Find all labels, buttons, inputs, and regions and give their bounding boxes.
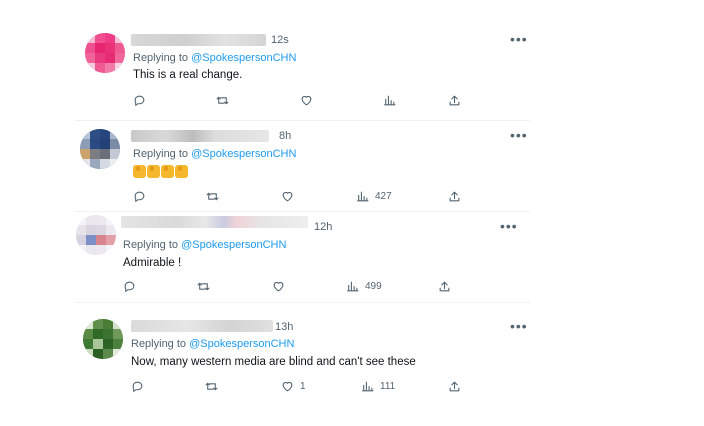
mention-link[interactable]: @SpokespersonCHN (189, 338, 294, 350)
share-icon (438, 280, 451, 293)
avatar[interactable] (85, 33, 125, 73)
heart-icon (281, 190, 294, 203)
tweet-2[interactable]: 8h ••• Replying to @SpokespersonCHN 427 (0, 121, 704, 211)
views-button[interactable] (383, 94, 396, 107)
like-button[interactable] (272, 280, 285, 293)
tweet-timestamp[interactable]: 12h (314, 221, 332, 233)
more-options-icon[interactable]: ••• (510, 32, 528, 46)
tweet-text: Now, many western media are blind and ca… (131, 356, 416, 368)
more-options-icon[interactable]: ••• (500, 219, 518, 233)
retweet-icon (205, 380, 218, 393)
thumbs-up-emoji-row (133, 165, 188, 178)
more-options-icon[interactable]: ••• (510, 128, 528, 142)
mention-link[interactable]: @SpokespersonCHN (191, 148, 296, 160)
views-button[interactable]: 111 (361, 380, 395, 393)
thumbs-up-icon (133, 165, 146, 178)
more-options-icon[interactable]: ••• (510, 319, 528, 333)
retweet-button[interactable] (197, 280, 210, 293)
reply-button[interactable] (133, 190, 146, 203)
heart-icon (300, 94, 313, 107)
share-button[interactable] (438, 280, 451, 293)
heart-icon (281, 380, 294, 393)
share-button[interactable] (448, 94, 461, 107)
share-icon (448, 190, 461, 203)
tweet-text: Admirable ! (123, 257, 182, 269)
reply-icon (133, 94, 146, 107)
replying-to: Replying to @SpokespersonCHN (133, 52, 296, 64)
views-button[interactable]: 427 (356, 190, 392, 203)
reply-icon (123, 280, 136, 293)
replying-to-label: Replying to (133, 52, 192, 64)
views-button[interactable]: 499 (346, 280, 382, 293)
avatar[interactable] (83, 319, 123, 359)
replying-to-label: Replying to (123, 239, 182, 251)
avatar[interactable] (80, 129, 120, 169)
views-count: 111 (380, 381, 396, 392)
heart-icon (272, 280, 285, 293)
like-button[interactable] (300, 94, 313, 107)
blurred-display-name (131, 130, 269, 142)
mention-link[interactable]: @SpokespersonCHN (191, 52, 296, 64)
share-icon (448, 380, 461, 393)
replying-to: Replying to @SpokespersonCHN (133, 148, 296, 160)
reply-icon (131, 380, 144, 393)
tweet-1[interactable]: 12s ••• Replying to @SpokespersonCHN Thi… (0, 0, 704, 120)
like-button[interactable]: 1 (281, 380, 306, 393)
share-button[interactable] (448, 380, 461, 393)
retweet-button[interactable] (216, 94, 229, 107)
blurred-display-name (121, 216, 308, 228)
analytics-icon (356, 190, 369, 203)
tweet-4[interactable]: 13h ••• Replying to @SpokespersonCHN Now… (0, 303, 704, 403)
reply-button[interactable] (131, 380, 144, 393)
avatar[interactable] (76, 215, 116, 255)
thumbs-up-icon (147, 165, 160, 178)
like-button[interactable] (281, 190, 294, 203)
views-count: 499 (365, 281, 382, 292)
replying-to: Replying to @SpokespersonCHN (131, 338, 294, 350)
blurred-display-name (131, 320, 273, 332)
tweet-timestamp[interactable]: 8h (279, 130, 291, 142)
retweet-icon (216, 94, 229, 107)
reply-button[interactable] (133, 94, 146, 107)
share-icon (448, 94, 461, 107)
thumbs-up-icon (161, 165, 174, 178)
retweet-icon (206, 190, 219, 203)
thumbs-up-icon (175, 165, 188, 178)
reply-icon (133, 190, 146, 203)
retweet-button[interactable] (206, 190, 219, 203)
retweet-button[interactable] (205, 380, 218, 393)
likes-count: 1 (300, 381, 306, 392)
replying-to-label: Replying to (133, 148, 192, 160)
tweet-timestamp[interactable]: 12s (271, 34, 289, 46)
analytics-icon (361, 380, 374, 393)
replying-to: Replying to @SpokespersonCHN (123, 239, 286, 251)
views-count: 427 (375, 191, 392, 202)
replying-to-label: Replying to (131, 338, 190, 350)
share-button[interactable] (448, 190, 461, 203)
reply-button[interactable] (123, 280, 136, 293)
tweet-text: This is a real change. (133, 69, 243, 81)
tweet-timestamp[interactable]: 13h (275, 321, 293, 333)
analytics-icon (346, 280, 359, 293)
tweet-3[interactable]: 12h ••• Replying to @SpokespersonCHN Adm… (0, 212, 704, 302)
mention-link[interactable]: @SpokespersonCHN (181, 239, 286, 251)
retweet-icon (197, 280, 210, 293)
blurred-display-name (131, 34, 266, 46)
analytics-icon (383, 94, 396, 107)
